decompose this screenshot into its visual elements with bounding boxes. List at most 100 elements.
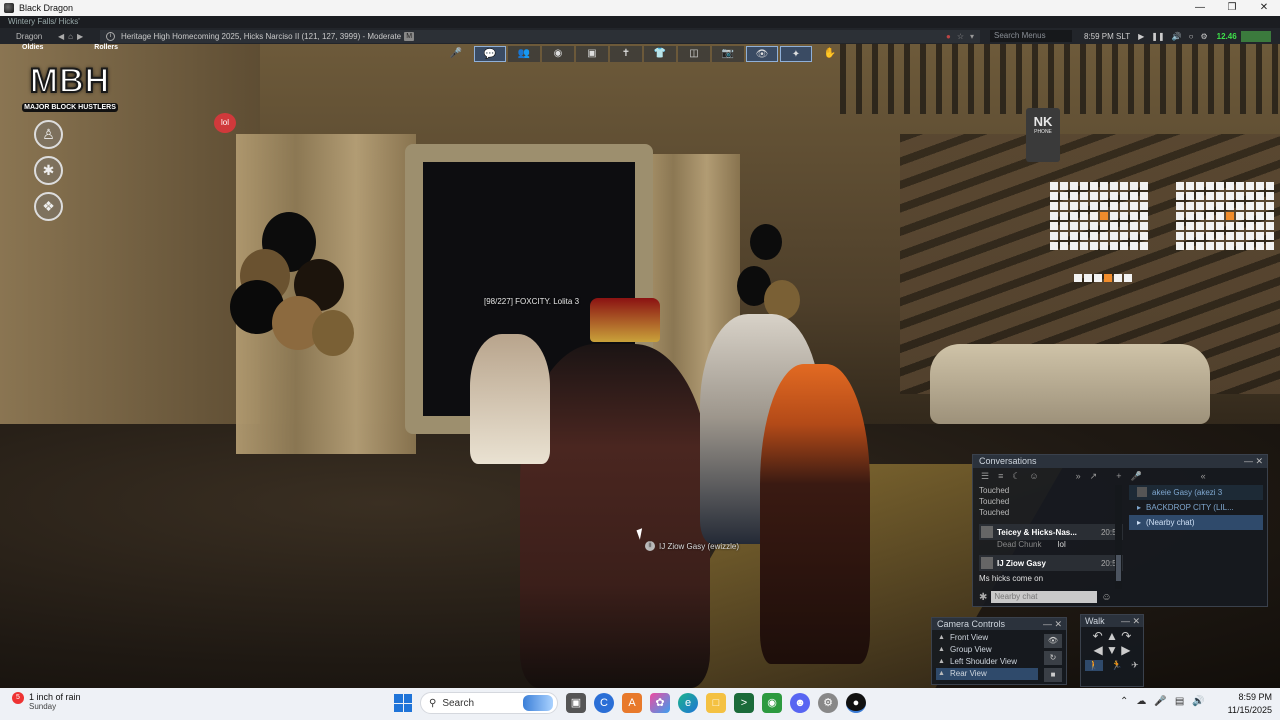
grid-cell[interactable]	[1110, 242, 1118, 250]
grid-cell[interactable]	[1246, 242, 1254, 250]
grid-cell[interactable]	[1130, 192, 1138, 200]
play-icon[interactable]: ▶	[1138, 32, 1144, 41]
grid-cell[interactable]	[1110, 192, 1118, 200]
grid-cell[interactable]	[1266, 212, 1274, 220]
file-explorer-icon[interactable]: □	[706, 693, 726, 713]
grid-cell[interactable]	[1226, 222, 1234, 230]
grid-cell[interactable]	[1120, 192, 1128, 200]
toolbar-view-icon[interactable]: 👁	[746, 46, 778, 62]
grid-cell[interactable]	[1080, 182, 1088, 190]
toolbar-chat-icon[interactable]: 💬	[474, 46, 506, 62]
grid-cell[interactable]	[1226, 182, 1234, 190]
home-icon[interactable]: ⌂	[68, 32, 73, 41]
grid-cell[interactable]	[1206, 192, 1214, 200]
grid-cell[interactable]	[1100, 182, 1108, 190]
location-bar[interactable]: i Heritage High Homecoming 2025, Hicks N…	[100, 29, 980, 43]
grid-cell[interactable]	[1216, 222, 1224, 230]
grid-cell[interactable]	[1186, 192, 1194, 200]
grid-cell[interactable]	[1100, 192, 1108, 200]
conversation-tab-nearby[interactable]: ▸ (Nearby chat)	[1129, 515, 1263, 530]
grid-cell[interactable]	[1140, 202, 1148, 210]
panel-controls[interactable]: — ✕	[1043, 618, 1062, 630]
task-view-icon[interactable]: ▣	[566, 693, 586, 713]
orbit-icon[interactable]: ↻	[1044, 651, 1062, 665]
camera-view-rear[interactable]: Rear View	[936, 668, 1038, 680]
grid-cell[interactable]	[1246, 232, 1254, 240]
grid-cell[interactable]	[1050, 212, 1058, 220]
pattern-hud-icon[interactable]: ❖	[34, 192, 63, 221]
edge-icon[interactable]: e	[678, 693, 698, 713]
grid-cell[interactable]	[1246, 212, 1254, 220]
grid-cell[interactable]	[1130, 242, 1138, 250]
expand-icon[interactable]: »	[1076, 471, 1081, 482]
turn-right-icon[interactable]: ↷	[1121, 629, 1131, 643]
grid-cell[interactable]	[1256, 222, 1264, 230]
chevron-up-icon[interactable]: ⌃	[1120, 696, 1128, 707]
main-menu-dragon[interactable]: Dragon	[0, 32, 58, 41]
browser-icon[interactable]: C	[594, 693, 614, 713]
grid-cell[interactable]	[1070, 192, 1078, 200]
grid-cell[interactable]	[1100, 232, 1108, 240]
emoji-icon[interactable]: ☺	[1029, 471, 1038, 482]
strafe-right-icon[interactable]: ▶	[1121, 643, 1130, 657]
grid-cell[interactable]	[1050, 182, 1058, 190]
grid-cell[interactable]	[1226, 192, 1234, 200]
grid-cell[interactable]	[1266, 242, 1274, 250]
grid-cell[interactable]	[1236, 232, 1244, 240]
grid-cell[interactable]	[1216, 242, 1224, 250]
grid-cell[interactable]	[1256, 192, 1264, 200]
grid-cell[interactable]	[1140, 222, 1148, 230]
grid-cell[interactable]	[1216, 212, 1224, 220]
grid-cell[interactable]	[1186, 212, 1194, 220]
grid-cell[interactable]	[1120, 232, 1128, 240]
voice-icon[interactable]: ○	[1189, 32, 1194, 41]
mbh-logo-hud[interactable]: Oldies Rollers MBH MAJOR BLOCK HUSTLERS	[22, 44, 118, 116]
grid-cell[interactable]	[1060, 202, 1068, 210]
grid-cell[interactable]	[1050, 232, 1058, 240]
grid-cell[interactable]	[1196, 192, 1204, 200]
grid-cell[interactable]	[1266, 222, 1274, 230]
grid-cell[interactable]	[1090, 212, 1098, 220]
chat-sender-name[interactable]: IJ Ziow Gasy	[997, 559, 1046, 568]
grid-cell[interactable]	[1196, 242, 1204, 250]
weather-widget[interactable]: 5 1 inch of rain Sunday	[12, 692, 81, 711]
grid-cell[interactable]	[1070, 232, 1078, 240]
seat-grid-hud[interactable]	[1176, 182, 1274, 250]
grid-cell[interactable]	[1216, 192, 1224, 200]
grid-cell[interactable]	[1206, 232, 1214, 240]
grid-cell[interactable]	[1236, 192, 1244, 200]
grid-cell[interactable]	[1090, 242, 1098, 250]
grid-cell[interactable]	[1226, 242, 1234, 250]
grid-cell[interactable]	[1206, 182, 1214, 190]
grid-cell[interactable]	[1216, 232, 1224, 240]
grid-cell[interactable]	[1070, 242, 1078, 250]
add-icon[interactable]: +	[1116, 471, 1121, 482]
grid-cell[interactable]	[1120, 242, 1128, 250]
grid-cell[interactable]	[1176, 222, 1184, 230]
settings-icon[interactable]: ⚙	[1200, 32, 1207, 41]
grid-cell[interactable]	[1100, 202, 1108, 210]
grid-cell[interactable]	[1176, 232, 1184, 240]
grid-cell[interactable]	[1246, 202, 1254, 210]
options-icon[interactable]: ☰	[981, 471, 989, 482]
grid-cell[interactable]	[1114, 274, 1122, 282]
grid-cell[interactable]	[1206, 222, 1214, 230]
walk-mode-icon[interactable]: 🚶	[1085, 660, 1103, 671]
taskbar-search[interactable]: ⚲ Search	[420, 692, 558, 714]
volume-icon[interactable]: 🔊	[1192, 696, 1204, 707]
minimize-icon[interactable]: —	[1184, 0, 1216, 16]
grid-cell[interactable]	[1100, 242, 1108, 250]
conversation-tab[interactable]: ▸ BACKDROP CITY (LIL...	[1129, 500, 1263, 515]
camera-view-front[interactable]: Front View	[936, 632, 1038, 644]
popout-icon[interactable]: ↗	[1090, 471, 1098, 482]
toolbar-build-icon[interactable]: ✝	[610, 46, 642, 62]
copilot-icon[interactable]: ✿	[650, 693, 670, 713]
grid-cell[interactable]	[1206, 212, 1214, 220]
taskbar-clock[interactable]: 8:59 PM 11/15/2025	[1218, 691, 1272, 717]
grid-cell[interactable]	[1080, 202, 1088, 210]
grid-cell[interactable]	[1050, 202, 1058, 210]
fly-mode-icon[interactable]: ✈	[1131, 660, 1139, 671]
pause-icon[interactable]: ❚❚	[1151, 32, 1164, 41]
grid-cell[interactable]	[1196, 212, 1204, 220]
grid-cell[interactable]	[1070, 222, 1078, 230]
